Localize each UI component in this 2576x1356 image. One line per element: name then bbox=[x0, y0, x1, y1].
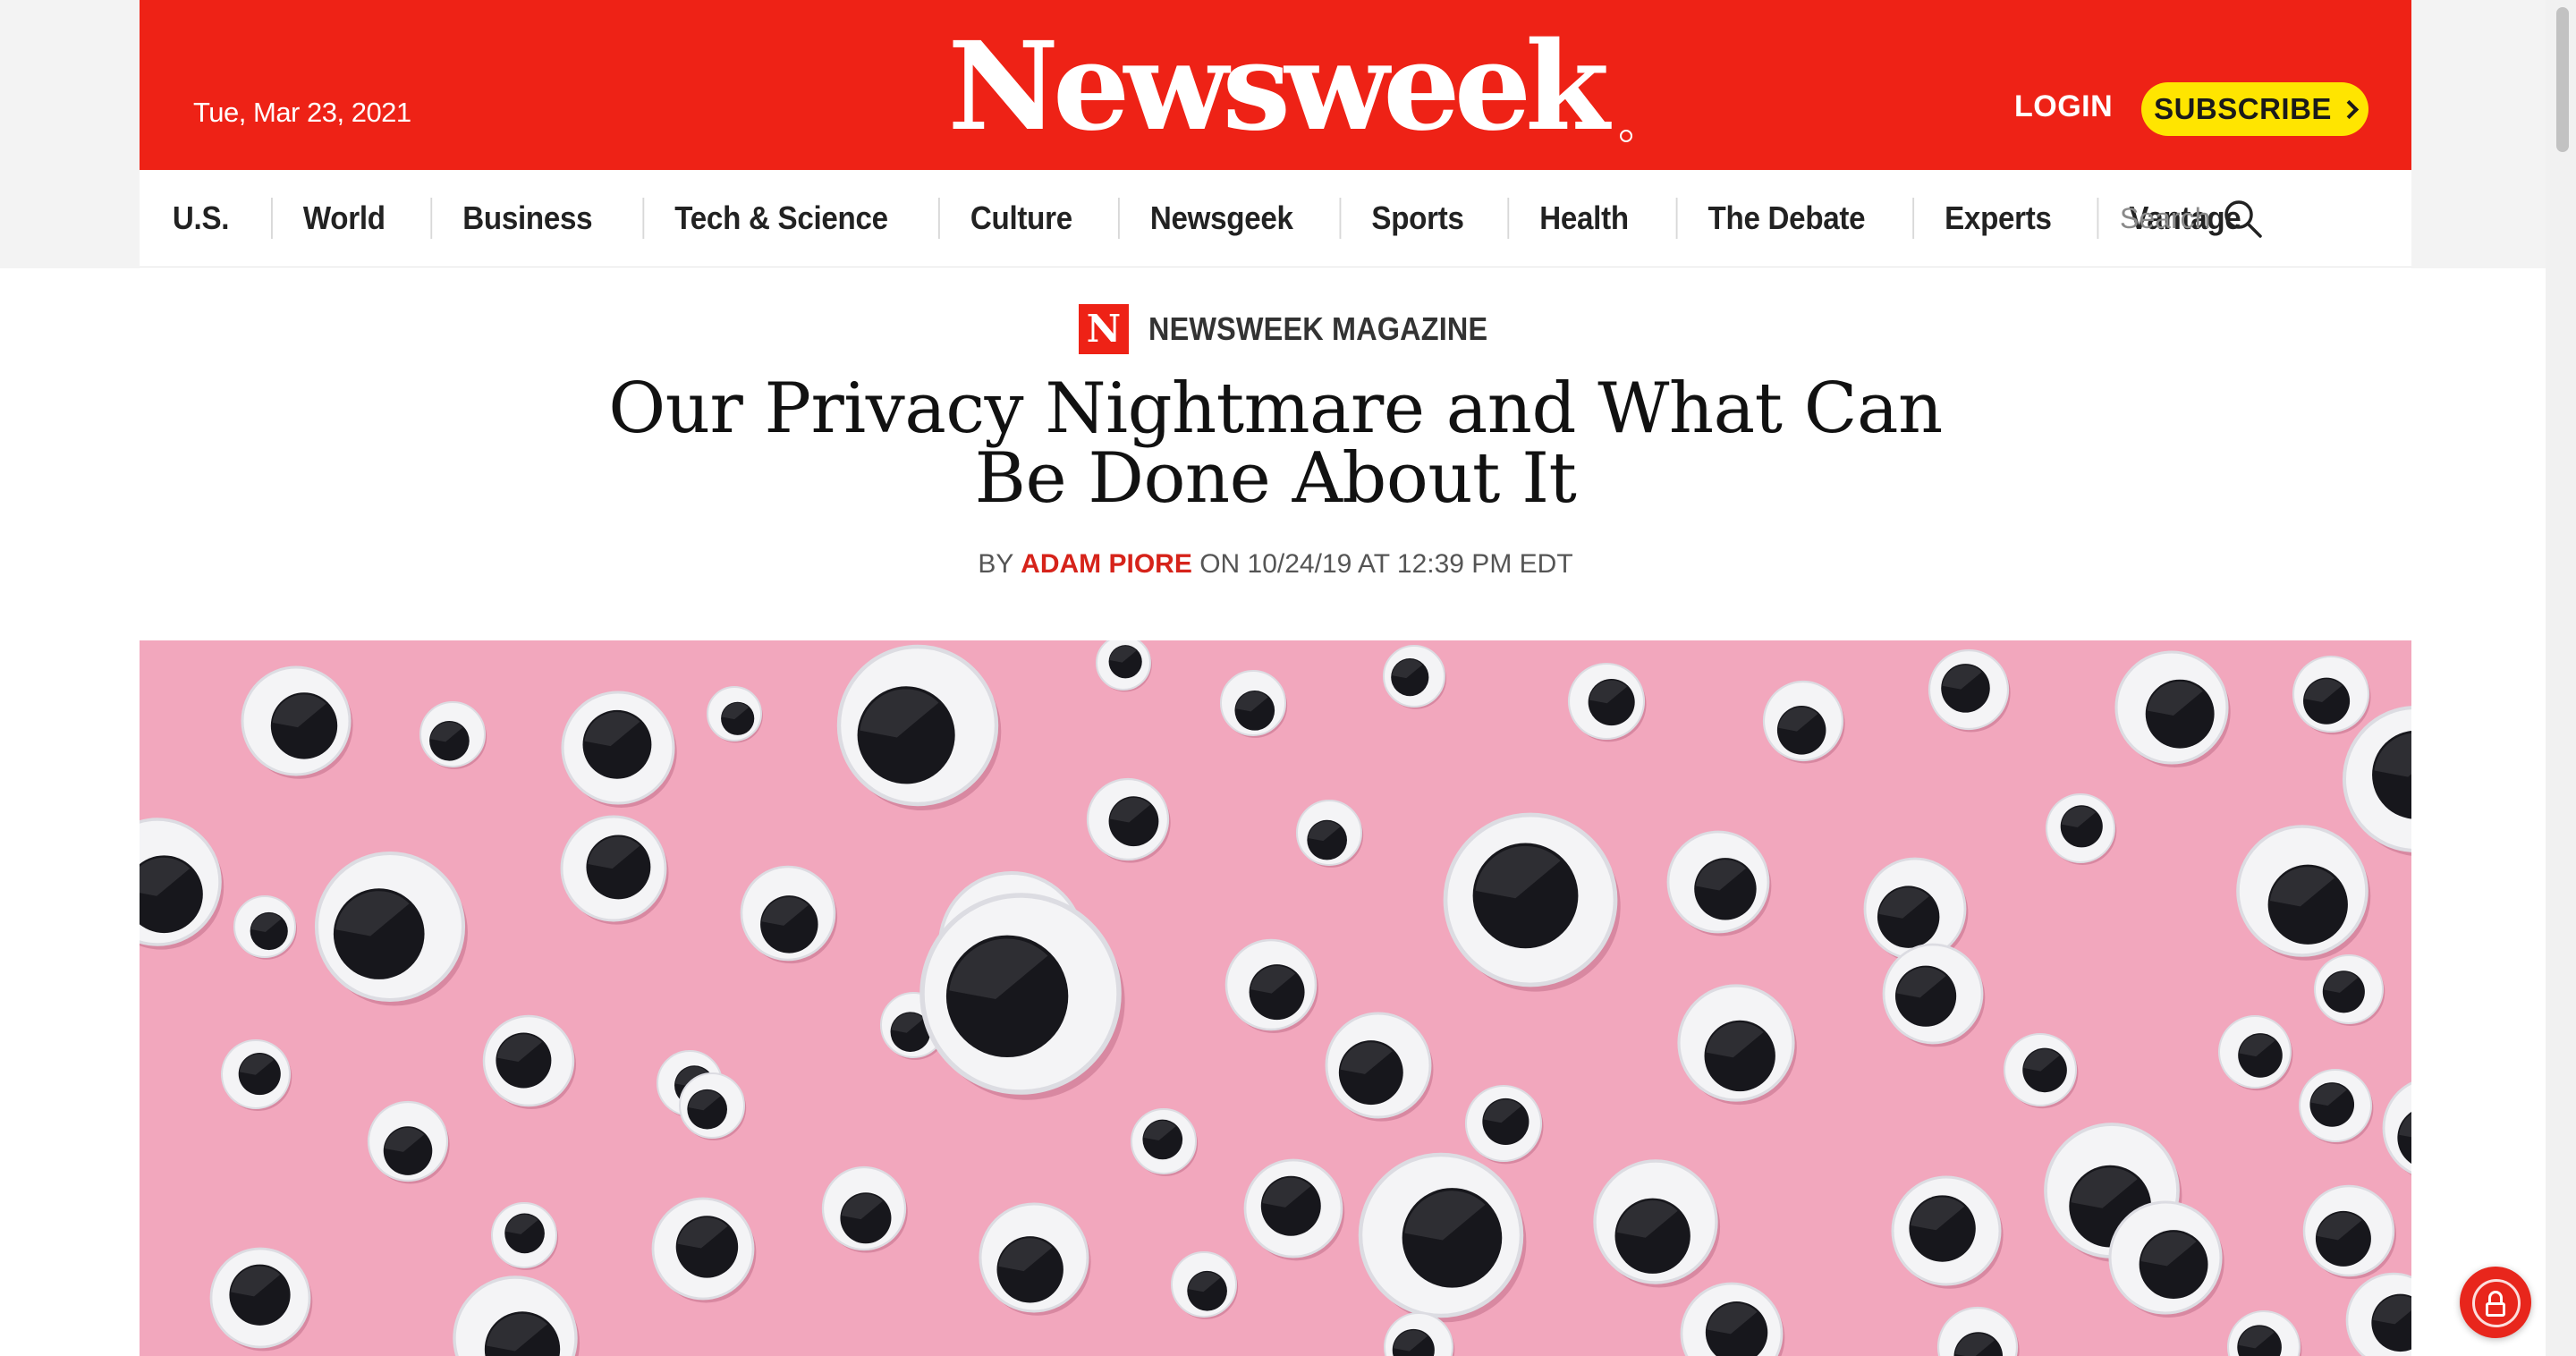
nav-item-us[interactable]: U.S. bbox=[145, 198, 260, 239]
page-column: Tue, Mar 23, 2021 Newsweek LOGIN SUBSCRI… bbox=[140, 0, 2411, 1356]
googly-eye bbox=[1928, 648, 2011, 733]
googly-eye bbox=[1680, 1282, 1785, 1356]
search-icon[interactable] bbox=[2221, 197, 2264, 240]
googly-eye bbox=[740, 865, 838, 964]
nav-item-health[interactable]: Health bbox=[1507, 198, 1659, 239]
googly-eye bbox=[1243, 1158, 1345, 1261]
googly-eye bbox=[241, 665, 353, 779]
hero-image bbox=[140, 640, 2411, 1356]
googly-eye bbox=[1443, 812, 1621, 992]
googly-eye bbox=[821, 1165, 908, 1253]
googly-eye bbox=[1220, 670, 1288, 738]
googly-eye bbox=[314, 851, 468, 1006]
googly-eye bbox=[2382, 1081, 2411, 1175]
chevron-right-icon bbox=[2339, 99, 2360, 120]
byline: BY ADAM PIORE ON 10/24/19 AT 12:39 PM ED… bbox=[605, 549, 1946, 580]
registered-mark-icon bbox=[1620, 130, 1632, 142]
googly-eye bbox=[2046, 793, 2117, 866]
nav-item-business[interactable]: Business bbox=[430, 198, 623, 239]
googly-eye bbox=[1882, 943, 1986, 1047]
googly-eye bbox=[482, 1014, 576, 1109]
masthead-date: Tue, Mar 23, 2021 bbox=[193, 97, 411, 128]
googly-eye bbox=[221, 1039, 292, 1112]
googly-eye bbox=[2314, 954, 2385, 1027]
googly-eye bbox=[1666, 830, 1772, 936]
googly-eye bbox=[1296, 800, 1364, 868]
googly-eye bbox=[2218, 1015, 2293, 1091]
nav-item-the-debate[interactable]: The Debate bbox=[1675, 198, 1895, 239]
googly-eye bbox=[2302, 1184, 2396, 1279]
nav-item-newsgeek[interactable]: Newsgeek bbox=[1118, 198, 1324, 239]
byline-date: ON 10/24/19 AT 12:39 PM EDT bbox=[1199, 549, 1573, 579]
googly-eye bbox=[419, 701, 487, 769]
googly-eye bbox=[233, 895, 298, 960]
byline-prefix: BY bbox=[978, 549, 1013, 579]
nav-item-culture[interactable]: Culture bbox=[937, 198, 1103, 239]
googly-eye bbox=[1086, 777, 1171, 863]
googly-eye bbox=[2004, 1033, 2079, 1109]
googly-eye bbox=[919, 893, 1125, 1100]
googly-eye bbox=[140, 818, 225, 950]
nav-item-tech-science[interactable]: Tech & Science bbox=[642, 198, 919, 239]
scrollbar-thumb[interactable] bbox=[2556, 7, 2569, 152]
googly-eyes-illustration bbox=[140, 640, 2411, 1356]
googly-eye bbox=[2343, 706, 2411, 856]
nav-item-world[interactable]: World bbox=[270, 198, 416, 239]
googly-eye bbox=[209, 1247, 313, 1352]
googly-eye bbox=[2236, 825, 2371, 961]
nav-list: U.S. World Business Tech & Science Cultu… bbox=[140, 170, 2279, 267]
login-link[interactable]: LOGIN bbox=[2014, 89, 2113, 124]
googly-eye bbox=[1891, 1175, 2004, 1289]
author-link[interactable]: ADAM PIORE bbox=[1021, 549, 1192, 579]
newsweek-logo[interactable]: Newsweek bbox=[918, 20, 1633, 154]
googly-eye bbox=[561, 691, 677, 808]
googly-eye bbox=[979, 1202, 1091, 1316]
googly-eye bbox=[651, 1197, 757, 1303]
subscribe-label: SUBSCRIBE bbox=[2154, 92, 2332, 125]
googly-eye bbox=[560, 815, 669, 925]
googly-eye bbox=[2227, 1310, 2302, 1356]
googly-eye bbox=[1762, 680, 1845, 764]
subscribe-button[interactable]: SUBSCRIBE bbox=[2141, 82, 2368, 136]
masthead: Tue, Mar 23, 2021 Newsweek LOGIN SUBSCRI… bbox=[140, 0, 2411, 170]
privacy-settings-button[interactable] bbox=[2460, 1267, 2531, 1338]
lock-body bbox=[2486, 1302, 2505, 1317]
googly-eye bbox=[1224, 938, 1318, 1033]
googly-eye bbox=[2292, 655, 2371, 735]
googly-eye bbox=[453, 1275, 580, 1356]
section-label[interactable]: N NEWSWEEK MAGAZINE bbox=[1079, 304, 1525, 354]
main-nav: U.S. World Business Tech & Science Cultu… bbox=[140, 170, 2411, 267]
googly-eye bbox=[367, 1100, 450, 1184]
googly-eye bbox=[491, 1202, 559, 1270]
newsweek-n-icon: N bbox=[1079, 304, 1129, 354]
googly-eye bbox=[1171, 1251, 1239, 1319]
scrollbar[interactable] bbox=[2546, 0, 2576, 1356]
googly-eye bbox=[1383, 645, 1447, 709]
nav-item-experts[interactable]: Experts bbox=[1911, 198, 2081, 239]
googly-eye bbox=[836, 644, 1002, 811]
nav-item-sports[interactable]: Sports bbox=[1339, 198, 1495, 239]
article-headline: Our Privacy Nightmare and What Can Be Do… bbox=[608, 369, 1943, 519]
googly-eye bbox=[1936, 1306, 2020, 1356]
googly-eye bbox=[2114, 650, 2231, 767]
googly-eye bbox=[1358, 1152, 1527, 1323]
googly-eye bbox=[707, 686, 763, 743]
googly-eye bbox=[2108, 1200, 2224, 1318]
googly-eye bbox=[1325, 1012, 1434, 1122]
googly-eye bbox=[679, 1072, 747, 1140]
googly-eye bbox=[1677, 984, 1797, 1106]
section-name: NEWSWEEK MAGAZINE bbox=[1148, 310, 1488, 347]
googly-eye bbox=[1593, 1159, 1721, 1288]
search-input[interactable]: Search bbox=[2120, 202, 2210, 235]
search-box[interactable]: Search bbox=[2120, 197, 2264, 240]
googly-eye bbox=[1567, 662, 1647, 742]
googly-eye bbox=[1096, 640, 1152, 692]
googly-eye bbox=[2345, 1272, 2411, 1356]
googly-eye bbox=[2299, 1069, 2374, 1145]
googly-eye bbox=[1464, 1084, 1544, 1165]
googly-eye bbox=[1131, 1108, 1199, 1176]
